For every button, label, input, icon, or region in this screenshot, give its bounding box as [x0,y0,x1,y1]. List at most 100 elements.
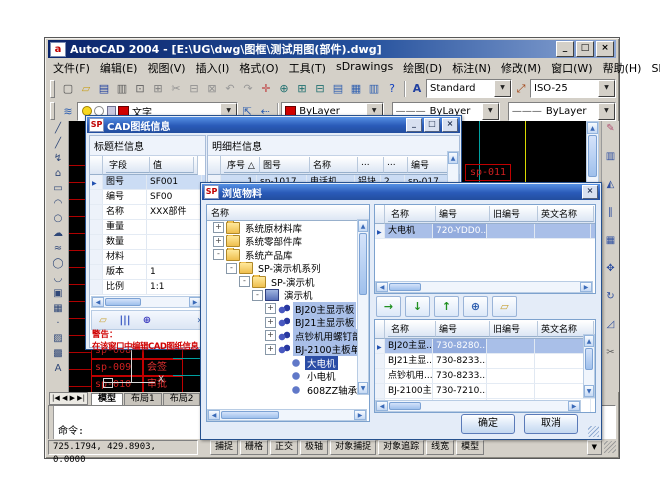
menu-item[interactable]: 视图(V) [142,59,190,77]
toolbar-icon[interactable]: ⊡ [131,80,149,98]
table-row[interactable]: 重量 [90,220,205,235]
dim-style-icon[interactable]: ⤢ [512,80,530,98]
results-hscrollbar[interactable]: ◀ ▶ [375,400,581,412]
status-toggle[interactable]: 捕捉 [210,440,238,455]
table-row[interactable]: 版本 1 [90,265,205,280]
status-menu-icon[interactable]: ▼ [587,440,602,455]
dialog-title-bar[interactable]: SP 浏览物料 × [202,184,600,200]
dropdown-arrow-icon[interactable]: ▼ [598,80,615,97]
modify-tool-icon[interactable]: ▦ [603,233,618,248]
scroll-down-icon[interactable]: ▼ [358,382,368,394]
column-header[interactable]: 字段 [106,157,150,173]
column-header[interactable]: 名称 [388,321,436,337]
tree-expand-icon[interactable]: + [265,330,276,341]
window-resize-grip[interactable] [604,441,616,453]
toolbar-icon[interactable]: ✛ [257,80,275,98]
layout-tab[interactable]: 模型 [91,393,123,405]
status-toggle[interactable]: 正交 [270,440,298,455]
scroll-up-icon[interactable]: ▲ [448,152,458,164]
ok-button[interactable]: 确定 [461,414,515,434]
tree-item[interactable]: 小电机 [207,370,369,384]
table-row[interactable]: BJ21主显... 730-8233... [375,354,595,369]
column-header[interactable]: 名称 [388,206,436,222]
column-header[interactable]: 序号 △ [224,157,260,173]
menu-item[interactable]: 文件(F) [48,59,95,77]
browse-tool-button[interactable]: ▱ [492,296,517,317]
scroll-left-icon[interactable]: ◀ [376,401,388,411]
menu-item[interactable]: 编辑(E) [95,59,143,77]
dropdown-arrow-icon[interactable]: ▼ [598,103,615,120]
dialog-close-button[interactable]: × [582,185,598,199]
tree-expand-icon[interactable]: + [265,303,276,314]
layout-tab[interactable]: 布局2 [163,393,201,405]
toolbar-icon[interactable]: ▥ [113,80,131,98]
style-combo[interactable]: Standard ▼ [426,79,512,98]
draw-tool-icon[interactable]: ▩ [50,346,66,361]
scroll-down-icon[interactable]: ▼ [584,385,594,397]
toolbar-icon[interactable]: ⊞ [293,80,311,98]
toolbar-icon[interactable]: ↷ [239,80,257,98]
toolbar-icon[interactable]: ▤ [95,80,113,98]
scroll-right-icon[interactable]: ▶ [568,401,580,411]
table-row[interactable]: 点钞机用... 730-8233... [375,369,595,384]
toolbar-icon[interactable]: ✂ [167,80,185,98]
tree-hscrollbar[interactable]: ◀ ▶ [207,409,367,421]
column-header[interactable]: ... [384,157,408,173]
menu-item[interactable]: 修改(M) [496,59,546,77]
tree-expand-icon[interactable]: + [265,317,276,328]
dropdown-arrow-icon[interactable]: ▼ [482,103,499,120]
column-header[interactable]: 图号 [260,157,310,173]
modify-tool-icon[interactable]: ✥ [603,261,618,276]
table-row[interactable]: BJ20主显... 730-8280... [375,339,595,354]
close-button[interactable]: × [596,41,614,57]
tree-item[interactable]: 大电机 [207,356,369,370]
scroll-right-icon[interactable]: ▶ [580,282,592,292]
table-row[interactable]: 材料 [90,250,205,265]
toolbar-grip[interactable] [50,102,55,120]
modify-tool-icon[interactable]: ▥ [603,149,618,164]
menu-item[interactable]: 插入(I) [191,59,235,77]
menu-item[interactable]: sDrawings [331,59,398,77]
column-header[interactable]: 旧编号 [490,206,538,222]
toolbar-icon[interactable]: ⊠ [203,80,221,98]
table-row[interactable]: 大电机 720-YDD0... [375,224,595,239]
dialog-maximize-button[interactable]: □ [424,118,440,132]
tree-item[interactable]: - 系统产品库 [207,248,369,262]
column-header[interactable]: 旧编号 [490,321,538,337]
dialog-title-bar[interactable]: SP CAD图纸信息 _ □ × [87,117,460,133]
browse-tool-button[interactable]: → [376,296,401,317]
dialog-close-button[interactable]: × [442,118,458,132]
lineweight-combo[interactable]: ——— ByLayer ▼ [508,102,616,121]
draw-tool-icon[interactable]: ↯ [50,151,66,166]
status-toggle[interactable]: 栅格 [240,440,268,455]
tree-item[interactable]: + BJ-2100主板单点 [207,343,369,357]
results-vscrollbar[interactable]: ▲ ▼ [583,334,595,398]
table-row[interactable]: 数量 [90,235,205,250]
tree-expand-icon[interactable]: - [213,249,224,260]
draw-tool-icon[interactable]: ⌂ [50,166,66,181]
dialog-tool-icon[interactable]: ||| [114,312,136,328]
scroll-left-icon[interactable]: ◀ [92,297,104,307]
column-header[interactable]: 英文名称 [538,206,594,222]
column-header[interactable]: 编号 [436,321,490,337]
text-style-icon[interactable]: A [408,80,426,98]
table-row[interactable]: 名称 XXX部件 [90,205,205,220]
tree-item[interactable]: + 系统零部件库 [207,235,369,249]
toolbar-icon[interactable]: ⊞ [149,80,167,98]
dialog-tool-icon[interactable]: ▱ [92,312,114,328]
tree-expand-icon[interactable]: - [252,290,263,301]
tree-expand-icon[interactable]: - [239,276,250,287]
menu-item[interactable]: 绘图(D) [398,59,447,77]
tab-scroll-arrows[interactable]: |◀ ◀ ▶ ▶| [49,392,88,405]
menu-item[interactable]: SP-PDM插件(P) [646,59,660,77]
draw-tool-icon[interactable]: A [50,361,66,376]
draw-tool-icon[interactable]: ▨ [50,331,66,346]
menu-item[interactable]: 窗口(W) [546,59,597,77]
toolbar-icon[interactable]: ↶ [221,80,239,98]
draw-tool-icon[interactable]: · [50,316,66,331]
titleblock-hscrollbar[interactable]: ◀ ▶ [91,296,202,308]
tree-header[interactable]: 名称 [207,205,369,221]
column-header[interactable]: 编号 [436,206,490,222]
scroll-up-icon[interactable]: ▲ [584,335,594,347]
maximize-button[interactable]: □ [576,41,594,57]
